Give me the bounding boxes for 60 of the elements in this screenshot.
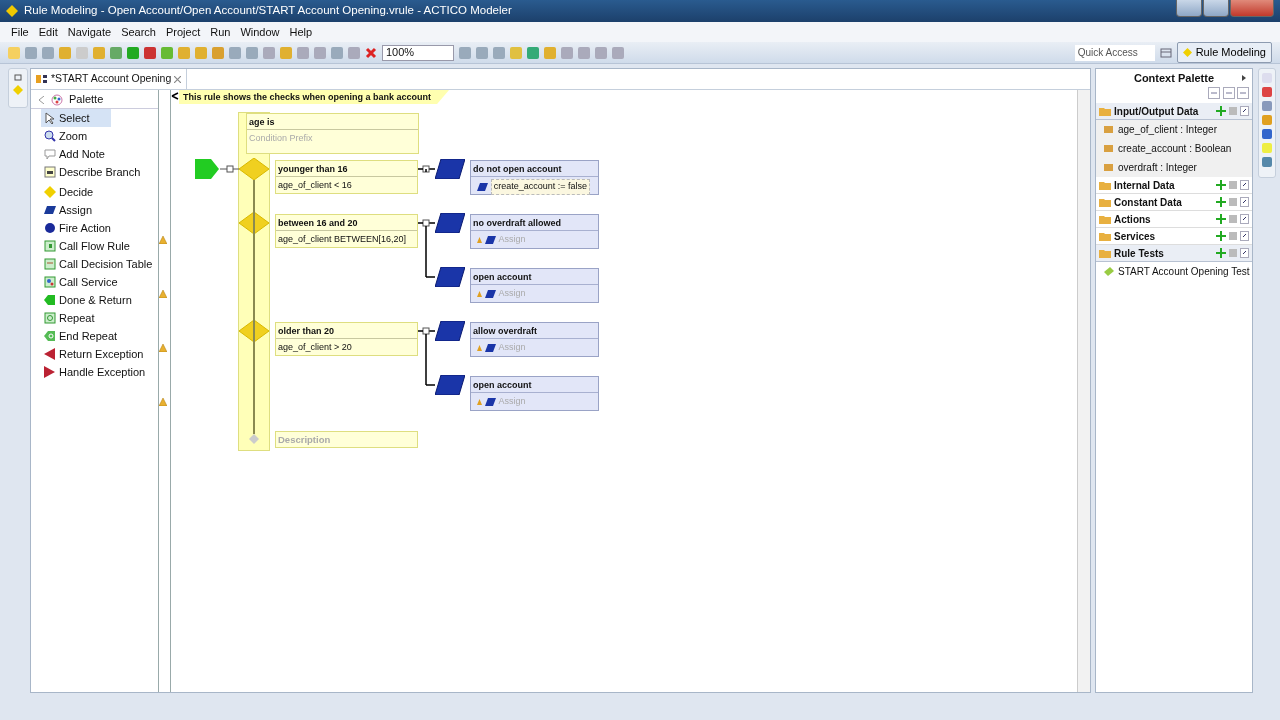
palette-item[interactable]: Call Service <box>41 273 121 291</box>
branch-box[interactable]: between 16 and 20 age_of_client BETWEEN[16,20] <box>275 214 418 248</box>
menu-item[interactable]: File <box>6 23 34 41</box>
quick-access-field[interactable]: Quick Access <box>1074 44 1155 61</box>
editor-tab[interactable]: *START Account Opening <box>51 71 172 87</box>
section-header[interactable]: Rule Tests <box>1096 245 1252 262</box>
action-box[interactable]: open account Assign <box>470 268 599 303</box>
section-header[interactable]: Constant Data <box>1096 194 1252 211</box>
palette-item[interactable]: Call Flow Rule <box>41 237 133 255</box>
menu-item[interactable]: Window <box>235 23 285 41</box>
menu-item[interactable]: Help <box>284 23 318 41</box>
branch-box[interactable]: older than 20 age_of_client > 20 <box>275 322 418 356</box>
section-header[interactable]: Services <box>1096 228 1252 245</box>
palette-item[interactable]: Handle Exception <box>41 363 149 381</box>
branch-title: younger than 16 <box>276 161 417 177</box>
decision-title: age is <box>247 114 418 130</box>
action-title: allow overdraft <box>471 323 598 339</box>
menu-item[interactable]: Search <box>116 23 161 41</box>
action-box[interactable]: no overdraft allowed Assign <box>470 214 599 249</box>
palette-item[interactable]: Decide <box>41 183 97 201</box>
menu-item[interactable]: Project <box>161 23 206 41</box>
perspective-button[interactable]: Rule Modeling <box>1176 42 1272 63</box>
action-title: do not open account <box>471 161 598 177</box>
section-header[interactable]: Actions <box>1096 211 1252 228</box>
palette-item[interactable]: Fire Action <box>41 219 114 237</box>
palette-item[interactable]: Select <box>41 109 111 127</box>
branch-title: between 16 and 20 <box>276 215 417 231</box>
action-box[interactable]: open account Assign <box>470 376 599 411</box>
palette-item[interactable]: Call Decision Table <box>41 255 156 273</box>
palette-item[interactable]: Assign <box>41 201 96 219</box>
branch-condition: age_of_client BETWEEN[16,20] <box>277 233 408 246</box>
section-header[interactable]: Input/Output Data <box>1096 103 1252 120</box>
branch-condition: age_of_client < 16 <box>277 179 353 192</box>
action-box[interactable]: do not open account create_account := false <box>470 160 599 195</box>
branch-box[interactable]: younger than 16 age_of_client < 16 <box>275 160 418 194</box>
action-box[interactable]: allow overdraft Assign <box>470 322 599 357</box>
branch-condition: age_of_client > 20 <box>277 341 353 354</box>
data-item[interactable]: age_of_client : Integer <box>1096 120 1252 139</box>
palette-item[interactable]: Describe Branch <box>41 163 144 181</box>
data-item[interactable]: create_account : Boolean <box>1096 139 1252 158</box>
palette-item[interactable]: Add Note <box>41 145 108 163</box>
panel-title: Context Palette <box>1133 70 1215 86</box>
palette-item[interactable]: End Repeat <box>41 327 121 345</box>
palette-item[interactable]: Return Exception <box>41 345 147 363</box>
action-title: no overdraft allowed <box>471 215 598 231</box>
note: This rule shows the checks when opening a bank account <box>179 90 450 104</box>
palette-item[interactable]: Repeat <box>41 309 98 327</box>
data-item[interactable]: overdraft : Integer <box>1096 158 1252 177</box>
assignment-field[interactable]: create_account := false <box>490 179 591 195</box>
section-header[interactable]: Internal Data <box>1096 177 1252 194</box>
branch-title: older than 20 <box>276 323 417 339</box>
menu-item[interactable]: Run <box>205 23 236 41</box>
palette-item[interactable]: Done & Return <box>41 291 135 309</box>
menu-item[interactable]: Edit <box>33 23 63 41</box>
window-title: Rule Modeling - Open Account/Open Account/START Account Opening.vrule - ACTICO Modeler <box>24 3 512 19</box>
zoom-dropdown[interactable]: 100% <box>382 44 454 61</box>
action-title: open account <box>471 269 598 285</box>
menu-item[interactable]: Navigate <box>62 23 117 41</box>
palette-item[interactable]: Zoom <box>41 127 91 145</box>
action-title: open account <box>471 377 598 393</box>
